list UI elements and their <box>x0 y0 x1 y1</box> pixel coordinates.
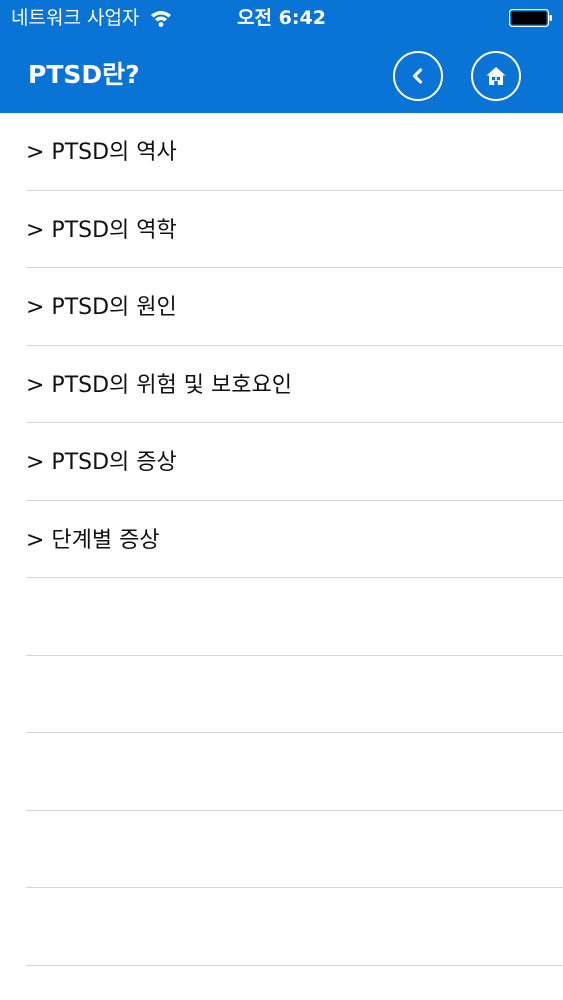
battery-icon <box>509 9 552 27</box>
chevron-left-icon <box>412 68 423 84</box>
status-time: 오전 6:42 <box>237 7 326 29</box>
list-item-symptoms[interactable]: > PTSD의 증상 <box>26 423 563 501</box>
empty-list-row <box>26 888 563 966</box>
empty-list-row <box>26 733 563 811</box>
home-icon <box>486 67 506 85</box>
list-item-label: > PTSD의 역학 <box>26 217 177 243</box>
back-button[interactable] <box>393 51 443 101</box>
empty-list-row <box>26 578 563 656</box>
menu-list: > PTSD의 역사 > PTSD의 역학 > PTSD의 원인 > PTSD의… <box>0 113 563 966</box>
page-title: PTSD란? <box>28 60 140 89</box>
list-item-epidemiology[interactable]: > PTSD의 역학 <box>26 191 563 268</box>
list-item-label: > PTSD의 증상 <box>26 450 177 475</box>
list-item-causes[interactable]: > PTSD의 원인 <box>26 268 563 346</box>
list-item-label: > 단계별 증상 <box>26 527 160 553</box>
list-item-stage-symptoms[interactable]: > 단계별 증상 <box>26 501 563 578</box>
empty-list-row <box>26 811 563 888</box>
status-bar: 네트워크 사업자 오전 6:42 <box>0 0 563 38</box>
list-item-history[interactable]: > PTSD의 역사 <box>26 113 563 191</box>
list-item-risk-protective-factors[interactable]: > PTSD의 위험 및 보호요인 <box>26 346 563 423</box>
list-item-label: > PTSD의 역사 <box>26 140 177 165</box>
navigation-bar: PTSD란? <box>0 38 563 113</box>
list-item-label: > PTSD의 위험 및 보호요인 <box>26 372 292 398</box>
home-button[interactable] <box>471 51 521 101</box>
empty-list-row <box>26 656 563 733</box>
list-item-label: > PTSD의 원인 <box>26 295 177 320</box>
